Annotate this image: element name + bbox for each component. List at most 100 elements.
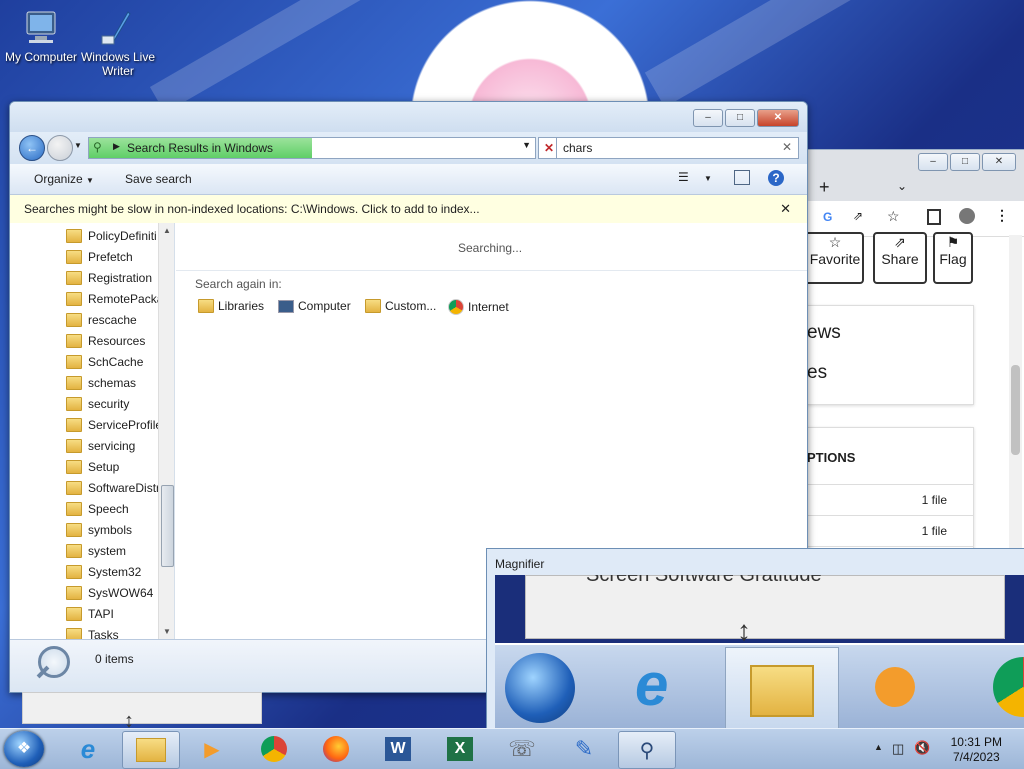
tree-item-folder[interactable]: SysWOW64: [66, 582, 153, 603]
close-button[interactable]: ✕: [982, 153, 1016, 171]
menu-kebab-icon[interactable]: ⋮: [995, 207, 1009, 224]
share-label: Share: [881, 251, 919, 267]
preview-pane-icon[interactable]: [734, 170, 750, 185]
tree-item-folder[interactable]: Setup: [66, 456, 119, 477]
back-button[interactable]: ←: [19, 135, 45, 161]
scrollbar-thumb[interactable]: [1011, 365, 1020, 455]
chrome-window[interactable]: – □ ✕ + ⌄ G ⇗ ☆ ⋮ ☆ Favorite ⇗ Share ⚑ F…: [806, 149, 1024, 551]
breadcrumb-arrow-icon: ▶: [113, 141, 120, 151]
profile-avatar-icon[interactable]: [959, 208, 975, 224]
taskbar-media-player[interactable]: ▶: [184, 731, 240, 767]
tab-search-chevron-icon[interactable]: ⌄: [897, 179, 907, 193]
taskbar-chrome[interactable]: [246, 731, 302, 767]
favorite-label: Favorite: [809, 251, 861, 267]
magnifier-view: Screen Software Gratitude e ↕: [495, 575, 1024, 729]
tree-item-folder[interactable]: Resources: [66, 330, 145, 351]
help-icon[interactable]: ?: [768, 170, 784, 186]
folder-icon: [66, 312, 82, 327]
tree-item-folder[interactable]: system: [66, 540, 126, 561]
folder-icon: [66, 291, 82, 306]
favorite-button[interactable]: ☆ Favorite: [808, 232, 864, 284]
new-tab-icon[interactable]: +: [819, 177, 830, 198]
tree-item-folder[interactable]: security: [66, 393, 129, 414]
file-count: 1 file: [921, 524, 947, 538]
share-icon: ⇗: [894, 234, 906, 250]
search-again-libraries[interactable]: Libraries: [198, 299, 264, 313]
start-button[interactable]: ❖: [4, 731, 44, 767]
tree-item-folder[interactable]: SchCache: [66, 351, 143, 372]
magnifier-window[interactable]: Magnifier Screen Software Gratitude e ↕: [486, 548, 1024, 730]
clear-search-icon[interactable]: ✕: [782, 140, 792, 154]
index-infobar[interactable]: Searches might be slow in non-indexed lo…: [10, 195, 807, 224]
tree-item-folder[interactable]: System32: [66, 561, 141, 582]
view-dropdown-icon[interactable]: ▼: [704, 174, 712, 183]
save-search-button[interactable]: Save search: [125, 172, 192, 186]
tree-item-label: system: [88, 543, 127, 558]
tree-scrollbar[interactable]: ▲ ▼: [158, 223, 174, 639]
volume-muted-icon[interactable]: 🔇: [914, 740, 930, 756]
address-bar[interactable]: ⚲ ▶ Search Results in Windows ▼: [88, 137, 536, 159]
tree-item-folder[interactable]: servicing: [66, 435, 135, 456]
scroll-up-arrow-icon[interactable]: ▲: [163, 226, 171, 235]
clock[interactable]: 10:31 PM 7/4/2023: [951, 735, 1002, 765]
tree-item-label: Tasks: [88, 627, 119, 640]
search-again-computer[interactable]: Computer: [278, 299, 351, 313]
tree-item-folder[interactable]: schemas: [66, 372, 136, 393]
scrollbar-thumb[interactable]: [161, 485, 174, 567]
recent-pages-chevron-icon[interactable]: ▼: [74, 141, 82, 150]
search-again-custom[interactable]: Custom...: [365, 299, 436, 313]
magnifier-title: Magnifier: [495, 557, 545, 571]
tree-item-folder[interactable]: Registration: [66, 267, 152, 288]
close-icon[interactable]: ✕: [780, 201, 791, 217]
flag-button[interactable]: ⚑ Flag: [933, 232, 973, 284]
minimize-button[interactable]: –: [693, 109, 723, 127]
desktop-icon-my-computer[interactable]: My Computer: [2, 10, 80, 64]
tree-item-label: Resources: [88, 333, 146, 348]
tree-item-folder[interactable]: Prefetch: [66, 246, 133, 267]
view-options-icon[interactable]: ☰: [678, 170, 696, 186]
taskbar-excel[interactable]: X: [432, 731, 488, 767]
bookmark-star-icon[interactable]: ☆: [887, 208, 900, 225]
taskbar-magnifier[interactable]: ⚲: [618, 731, 676, 769]
taskbar-writer[interactable]: ✎: [556, 731, 612, 767]
media-player-icon: [875, 667, 915, 707]
taskbar-remote-tool[interactable]: ☏: [494, 731, 550, 767]
address-row: ← ▼ ⚲ ▶ Search Results in Windows ▼ ✕ ch…: [10, 132, 807, 164]
taskbar-firefox[interactable]: [308, 731, 364, 767]
google-icon[interactable]: G: [823, 210, 832, 224]
maximize-button[interactable]: □: [725, 109, 755, 127]
tree-item-folder[interactable]: Speech: [66, 498, 129, 519]
scrollbar[interactable]: [1009, 235, 1022, 550]
close-button[interactable]: ✕: [757, 109, 799, 127]
search-again-internet[interactable]: Internet: [448, 299, 509, 315]
taskbar-internet-explorer[interactable]: e: [60, 731, 116, 767]
forward-button[interactable]: [47, 135, 73, 161]
minimize-button[interactable]: –: [918, 153, 948, 171]
tree-item-folder[interactable]: ServiceProfile: [66, 414, 162, 435]
tree-item-folder[interactable]: SoftwareDistri: [66, 477, 163, 498]
taskbar-word[interactable]: W: [370, 731, 426, 767]
maximize-button[interactable]: □: [950, 153, 980, 171]
network-icon[interactable]: ◫: [892, 741, 904, 757]
tree-item-folder[interactable]: rescache: [66, 309, 137, 330]
tree-item-folder[interactable]: RemotePacka: [66, 288, 163, 309]
scroll-down-arrow-icon[interactable]: ▼: [163, 627, 171, 636]
taskbar-windows-explorer[interactable]: [122, 731, 180, 769]
show-hidden-icons-icon[interactable]: ▲: [874, 742, 883, 752]
tree-item-folder[interactable]: symbols: [66, 519, 132, 540]
share-icon[interactable]: ⇗: [853, 209, 863, 223]
share-button[interactable]: ⇗ Share: [873, 232, 927, 284]
address-dropdown-icon[interactable]: ▼: [522, 140, 531, 150]
organize-button[interactable]: Organize ▼: [34, 172, 94, 186]
side-panel-icon[interactable]: [927, 209, 941, 225]
tree-item-folder[interactable]: TAPI: [66, 603, 114, 624]
search-icon: ⚲: [93, 140, 102, 154]
tree-item-folder[interactable]: Tasks: [66, 624, 119, 639]
arrow-left-icon: ←: [26, 141, 38, 155]
location-label: Libraries: [218, 299, 265, 313]
search-input[interactable]: chars ✕: [556, 137, 799, 159]
folder-icon: [66, 480, 82, 495]
desktop-icon-windows-live-writer[interactable]: Windows Live Writer: [78, 10, 158, 78]
tree-item-folder[interactable]: PolicyDefiniti: [66, 225, 157, 246]
folder-icon: [66, 564, 82, 579]
